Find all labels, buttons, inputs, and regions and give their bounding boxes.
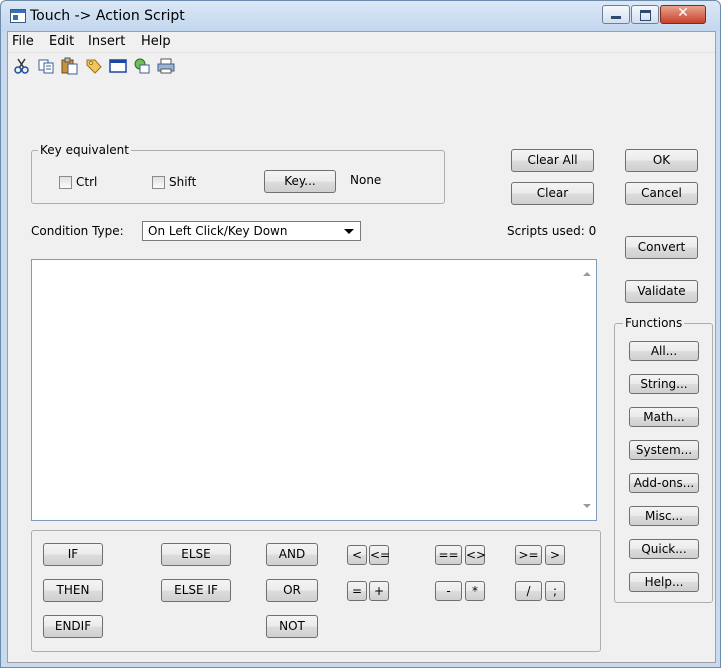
plus-button[interactable]: + xyxy=(369,581,389,601)
functions-misc-button[interactable]: Misc... xyxy=(629,506,699,526)
condition-type-value: On Left Click/Key Down xyxy=(148,224,288,238)
clear-button[interactable]: Clear xyxy=(511,182,594,205)
window-title: Touch -> Action Script xyxy=(30,8,185,24)
functions-addons-button[interactable]: Add-ons... xyxy=(629,473,699,493)
functions-string-button[interactable]: String... xyxy=(629,374,699,394)
app-icon xyxy=(10,9,26,23)
menu-help[interactable]: Help xyxy=(141,34,171,49)
paste-icon[interactable] xyxy=(60,57,80,75)
title-bar[interactable]: Touch -> Action Script ✕ xyxy=(1,1,720,31)
window-icon[interactable] xyxy=(108,57,128,75)
validate-button[interactable]: Validate xyxy=(625,280,698,303)
if-button[interactable]: IF xyxy=(43,543,103,566)
key-value: None xyxy=(350,173,382,187)
key-equivalent-label: Key equivalent xyxy=(38,143,131,157)
menu-edit[interactable]: Edit xyxy=(49,34,74,49)
and-button[interactable]: AND xyxy=(266,543,318,566)
not-equal-button[interactable]: <> xyxy=(465,545,486,565)
ctrl-label: Ctrl xyxy=(76,175,98,189)
or-button[interactable]: OR xyxy=(266,579,318,602)
scripts-used-label: Scripts used: 0 xyxy=(507,224,597,238)
condition-type-label: Condition Type: xyxy=(31,224,124,238)
less-equal-button[interactable]: <= xyxy=(369,545,390,565)
assign-button[interactable]: = xyxy=(347,581,367,601)
greater-than-button[interactable]: > xyxy=(545,545,565,565)
close-button[interactable]: ✕ xyxy=(660,5,706,24)
maximize-icon xyxy=(640,10,651,21)
minus-button[interactable]: - xyxy=(435,581,462,601)
functions-help-button[interactable]: Help... xyxy=(629,572,699,592)
convert-button[interactable]: Convert xyxy=(625,236,698,259)
menu-file[interactable]: File xyxy=(12,34,34,49)
keyword-panel: IF THEN ENDIF ELSE ELSE IF AND OR NOT < … xyxy=(31,530,601,652)
key-button[interactable]: Key... xyxy=(264,170,336,193)
not-button[interactable]: NOT xyxy=(266,615,318,638)
endif-button[interactable]: ENDIF xyxy=(43,615,103,638)
functions-math-button[interactable]: Math... xyxy=(629,407,699,427)
equal-equal-button[interactable]: == xyxy=(435,545,462,565)
maximize-button[interactable] xyxy=(631,5,659,24)
app-window: Touch -> Action Script ✕ File Edit Inser… xyxy=(0,0,721,668)
menu-insert[interactable]: Insert xyxy=(88,34,125,49)
clear-all-button[interactable]: Clear All xyxy=(511,149,594,172)
minimize-icon xyxy=(611,16,621,19)
minimize-button[interactable] xyxy=(602,5,630,24)
scroll-up-icon[interactable] xyxy=(583,272,591,276)
object-icon[interactable] xyxy=(132,57,152,75)
semicolon-button[interactable]: ; xyxy=(545,581,565,601)
shift-label: Shift xyxy=(169,175,197,189)
else-if-button[interactable]: ELSE IF xyxy=(161,579,231,602)
ok-button[interactable]: OK xyxy=(625,149,698,172)
copy-icon[interactable] xyxy=(36,57,56,75)
less-than-button[interactable]: < xyxy=(347,545,367,565)
functions-all-button[interactable]: All... xyxy=(629,341,699,361)
print-icon[interactable] xyxy=(156,57,176,75)
chevron-down-icon xyxy=(344,229,354,234)
shift-checkbox[interactable] xyxy=(152,176,165,189)
else-button[interactable]: ELSE xyxy=(161,543,231,566)
functions-system-button[interactable]: System... xyxy=(629,440,699,460)
menu-bar: File Edit Insert Help xyxy=(8,32,715,53)
close-icon: ✕ xyxy=(677,5,689,21)
toolbar xyxy=(8,54,715,80)
cancel-button[interactable]: Cancel xyxy=(625,182,698,205)
ctrl-checkbox[interactable] xyxy=(59,176,72,189)
functions-label: Functions xyxy=(623,316,685,330)
functions-group: Functions All... String... Math... Syste… xyxy=(614,316,713,603)
tag-icon[interactable] xyxy=(84,57,104,75)
key-equivalent-group: Key equivalent Ctrl Shift Key... None xyxy=(31,143,445,204)
then-button[interactable]: THEN xyxy=(43,579,103,602)
script-editor[interactable] xyxy=(31,259,597,521)
scroll-down-icon[interactable] xyxy=(583,504,591,508)
dialog-client: File Edit Insert Help Key equivalent Ctr… xyxy=(7,31,716,663)
editor-scrollbar[interactable] xyxy=(579,260,596,520)
condition-type-select[interactable]: On Left Click/Key Down xyxy=(142,221,361,241)
divide-button[interactable]: / xyxy=(515,581,542,601)
multiply-button[interactable]: * xyxy=(465,581,485,601)
functions-quick-button[interactable]: Quick... xyxy=(629,539,699,559)
greater-equal-button[interactable]: >= xyxy=(515,545,542,565)
cut-icon[interactable] xyxy=(12,57,32,75)
